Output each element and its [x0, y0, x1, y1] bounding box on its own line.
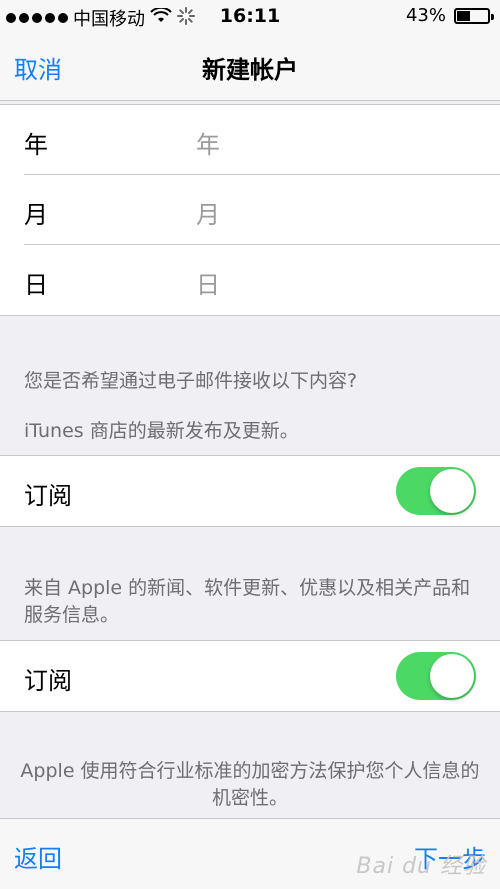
month-row[interactable]: 月 月: [0, 175, 500, 245]
month-field[interactable]: 月: [196, 195, 220, 230]
page-title: 新建帐户: [202, 56, 298, 84]
toggle-knob: [430, 654, 474, 698]
itunes-note-text: iTunes 商店的最新发布及更新。: [24, 420, 299, 442]
subscribe-label-2: 订阅: [24, 667, 72, 695]
status-bar: 中国移动 16:11 43%: [0, 0, 500, 32]
email-question-text: 您是否希望通过电子邮件接收以下内容?: [24, 370, 358, 392]
year-label: 年: [24, 131, 48, 159]
battery-percent: 43%: [405, 5, 446, 26]
subscribe-label-1: 订阅: [24, 482, 72, 510]
watermark-logo: Bai du 经验: [356, 854, 486, 879]
subscription-group-2: 订阅: [0, 640, 500, 712]
toggle-knob: [430, 469, 474, 513]
apple-news-note-text: 来自 Apple 的新闻、软件更新、优惠以及相关产品和服务信息。: [24, 577, 471, 626]
status-right: 43%: [405, 5, 494, 26]
battery-icon: [454, 7, 494, 24]
subscribe-row-1: 订阅: [0, 456, 500, 526]
subscribe-toggle-1[interactable]: [396, 467, 476, 515]
privacy-note-text: Apple 使用符合行业标准的加密方法保护您个人信息的机密性。: [20, 760, 480, 809]
date-fields-group: 年 年 月 月 日 日: [0, 104, 500, 316]
subscribe-row-2: 订阅: [0, 641, 500, 711]
subscribe-toggle-2[interactable]: [396, 652, 476, 700]
year-field[interactable]: 年: [196, 125, 220, 160]
day-label: 日: [24, 271, 48, 299]
day-field[interactable]: 日: [196, 265, 220, 300]
navigation-bar: 取消 新建帐户: [0, 32, 500, 101]
month-label: 月: [24, 201, 48, 229]
subscription-group-1: 订阅: [0, 455, 500, 527]
year-row[interactable]: 年 年: [0, 105, 500, 175]
back-button[interactable]: 返回: [14, 839, 62, 874]
day-row[interactable]: 日 日: [0, 245, 500, 315]
